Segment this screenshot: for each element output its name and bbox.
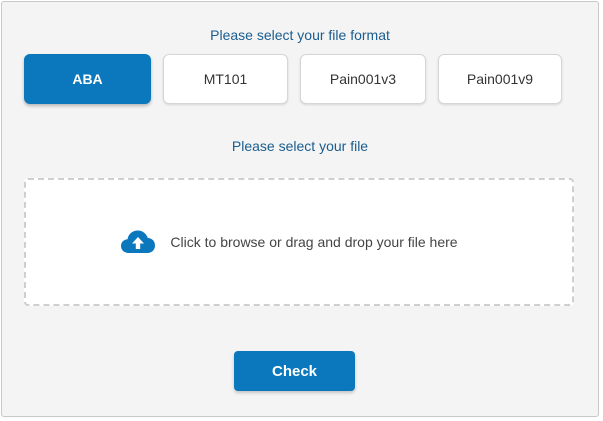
format-option-pain001v3[interactable]: Pain001v3 [300, 54, 426, 104]
file-heading: Please select your file [231, 138, 369, 154]
format-option-mt101[interactable]: MT101 [163, 54, 288, 104]
format-option-label: MT101 [203, 71, 248, 87]
check-button[interactable]: Check [234, 351, 355, 391]
format-heading: Please select your file format [210, 27, 390, 43]
cloud-upload-icon [120, 229, 156, 255]
format-option-pain001v9[interactable]: Pain001v9 [438, 54, 562, 104]
format-option-label: Pain001v9 [466, 71, 534, 87]
file-dropzone[interactable]: Click to browse or drag and drop your fi… [24, 178, 574, 306]
format-option-label: ABA [72, 71, 103, 87]
check-button-label: Check [271, 362, 318, 380]
dropzone-content: Click to browse or drag and drop your fi… [120, 229, 458, 255]
upload-panel: Please select your file format ABA MT101… [1, 1, 599, 417]
format-option-aba[interactable]: ABA [24, 54, 151, 104]
dropzone-text: Click to browse or drag and drop your fi… [170, 234, 458, 250]
format-option-label: Pain001v3 [329, 71, 397, 87]
